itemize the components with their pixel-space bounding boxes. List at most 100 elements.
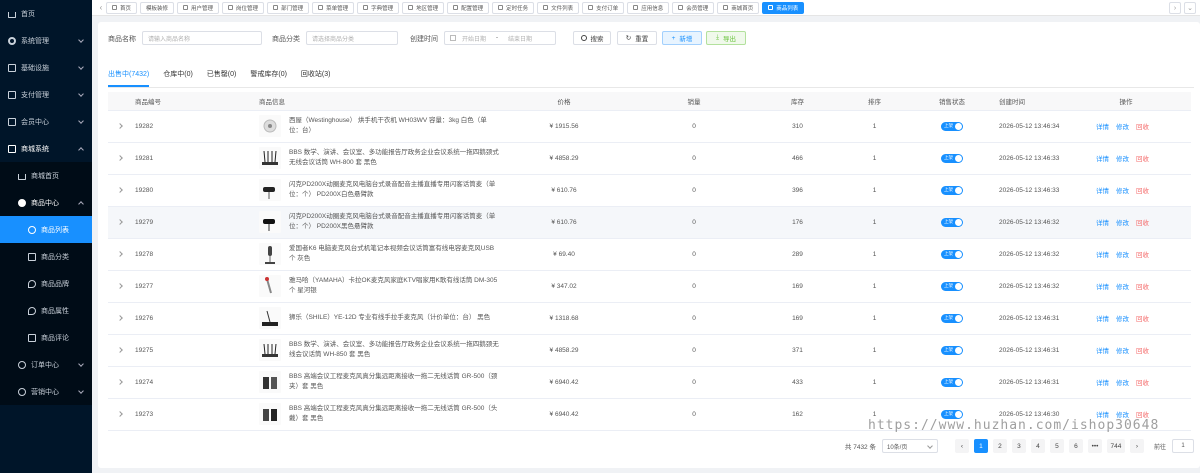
chevron-right-icon[interactable] [117,186,123,193]
tab-mall-home[interactable]: 商城首页 [717,1,760,14]
sale-status-switch[interactable]: 上架 [941,377,963,387]
detail-button[interactable]: 详情 [1096,156,1109,163]
sale-status-switch[interactable]: 上架 [941,217,963,227]
sidebar-item-infra[interactable]: 基础设施 [0,54,92,81]
table-row[interactable]: 19281 BBS 数学、演讲、会议室、多功能报告厅政务企业会议系统一拖四鹅颈式无… [108,142,1191,175]
chevron-right-icon[interactable] [117,346,123,353]
table-row[interactable]: 19275 BBS 数学、演讲、会议室、多功能报告厅政务企业会议系统一拖四鹅颈无线… [108,334,1191,367]
sidebar-item-product-list[interactable]: 商品列表 [0,216,92,243]
product-thumbnail[interactable] [259,211,281,233]
product-thumbnail[interactable] [259,371,281,393]
sidebar-item-home[interactable]: 首页 [0,0,92,27]
goto-input[interactable]: 1 [1172,439,1194,453]
edit-button[interactable]: 修改 [1116,348,1129,355]
tab-home[interactable]: 首页 [106,1,138,14]
edit-button[interactable]: 修改 [1116,252,1129,259]
edit-button[interactable]: 修改 [1116,188,1129,195]
table-row[interactable]: 19276 狮乐（SHILE）YE-12D 专业有线手拉手麦克风（计价单位：台） … [108,302,1191,335]
tab-apps[interactable]: 应用信息 [627,1,670,14]
sidebar-item-pay[interactable]: 支付管理 [0,81,92,108]
recycle-button[interactable]: 回收 [1136,188,1149,195]
expand-cell[interactable] [108,142,135,175]
expand-cell[interactable] [108,302,135,335]
sale-status-switch[interactable]: 上架 [941,345,963,355]
sale-status-switch[interactable]: 上架 [941,121,963,131]
detail-button[interactable]: 详情 [1096,188,1109,195]
sidebar-item-product-category[interactable]: 商品分类 [0,243,92,270]
page-6[interactable]: 6 [1068,439,1083,453]
page-1[interactable]: 1 [973,439,988,453]
expand-cell[interactable] [108,110,135,143]
chevron-right-icon[interactable] [117,378,123,385]
page-size-select[interactable]: 10条/页 [881,439,938,453]
page-ellipsis[interactable]: ••• [1087,439,1102,453]
expand-cell[interactable] [108,238,135,271]
page-4[interactable]: 4 [1030,439,1045,453]
tab-config[interactable]: 配置管理 [447,1,490,14]
table-row[interactable]: 19279 闪克PD200X动圈麦克风电脑台式录音配音主播直播专用闪客话筒麦（单位… [108,206,1191,239]
edit-button[interactable]: 修改 [1116,156,1129,163]
detail-button[interactable]: 详情 [1096,316,1109,323]
product-thumbnail[interactable] [259,179,281,201]
chevron-right-icon[interactable]: › [1169,2,1181,14]
table-row[interactable]: 19280 闪克PD200X动圈麦克风电脑台式录音配音主播直播专用闪客话筒麦（单位… [108,174,1191,207]
detail-button[interactable]: 详情 [1096,252,1109,259]
detail-button[interactable]: 详情 [1096,220,1109,227]
tab-recycle-bin[interactable]: 回收站(3) [301,69,331,83]
edit-button[interactable]: 修改 [1116,220,1129,227]
recycle-button[interactable]: 回收 [1136,252,1149,259]
tab-depts[interactable]: 部门管理 [267,1,310,14]
table-row[interactable]: 19278 爱国者K6 电脑麦克风台式机笔记本视频会议话筒富有线电容麦克风USB … [108,238,1191,271]
tab-area[interactable]: 地区管理 [402,1,445,14]
tab-template[interactable]: 模板装修 [140,1,175,14]
sale-status-switch[interactable]: 上架 [941,249,963,259]
product-thumbnail[interactable] [259,115,281,137]
sale-status-switch[interactable]: 上架 [941,153,963,163]
product-thumbnail[interactable] [259,307,281,329]
recycle-button[interactable]: 回收 [1136,380,1149,387]
tab-jobs[interactable]: 定时任务 [492,1,535,14]
product-thumbnail[interactable] [259,243,281,265]
tab-posts[interactable]: 岗位管理 [222,1,265,14]
product-thumbnail[interactable] [259,403,281,425]
edit-button[interactable]: 修改 [1116,284,1129,291]
sidebar-item-mall-home[interactable]: 商城首页 [0,162,92,189]
expand-cell[interactable] [108,174,135,207]
tab-pay-orders[interactable]: 支付订单 [582,1,625,14]
product-thumbnail[interactable] [259,147,281,169]
search-button[interactable]: 搜索 [573,31,611,45]
chevron-right-icon[interactable] [117,314,123,321]
tab-alert-stock[interactable]: 警戒库存(0) [250,69,287,83]
detail-button[interactable]: 详情 [1096,284,1109,291]
sidebar-item-product-attribute[interactable]: 商品属性 [0,297,92,324]
tab-menus[interactable]: 菜单管理 [312,1,355,14]
table-row[interactable]: 19282 西屋（Westinghouse） 烘手机干衣机 WH03WV 容量：3… [108,110,1191,143]
detail-button[interactable]: 详情 [1096,124,1109,131]
tab-users[interactable]: 用户管理 [177,1,220,14]
prev-page-button[interactable]: ‹ [954,439,969,453]
page-2[interactable]: 2 [992,439,1007,453]
sidebar-item-product-brand[interactable]: 商品品牌 [0,270,92,297]
table-row[interactable]: 19274 BBS 高端会议工程麦克风真分集远距离接收一拖二无线话筒 GR-500… [108,366,1191,399]
export-button[interactable]: ⤓ 导出 [706,31,746,45]
chevron-right-icon[interactable] [117,282,123,289]
tab-sold-out[interactable]: 已售罄(0) [207,69,237,83]
expand-cell[interactable] [108,398,135,431]
sidebar-item-mall[interactable]: 商城系统 [0,135,92,162]
sidebar-item-product-center[interactable]: 商品中心 [0,189,92,216]
sidebar-item-system[interactable]: 系统管理 [0,27,92,54]
edit-button[interactable]: 修改 [1116,124,1129,131]
sale-status-switch[interactable]: 上架 [941,185,963,195]
product-thumbnail[interactable] [259,275,281,297]
chevron-right-icon[interactable] [117,122,123,129]
expand-cell[interactable] [108,334,135,367]
tab-on-sale[interactable]: 出售中(7432) [108,69,150,87]
tab-files[interactable]: 文件列表 [537,1,580,14]
recycle-button[interactable]: 回收 [1136,316,1149,323]
page-5[interactable]: 5 [1049,439,1064,453]
category-select[interactable]: 请选择商品分类 [306,31,398,45]
add-button[interactable]: + 新增 [662,31,702,45]
tab-product-list[interactable]: 商品列表 [762,1,805,14]
sidebar-item-member[interactable]: 会员中心 [0,108,92,135]
recycle-button[interactable]: 回收 [1136,348,1149,355]
